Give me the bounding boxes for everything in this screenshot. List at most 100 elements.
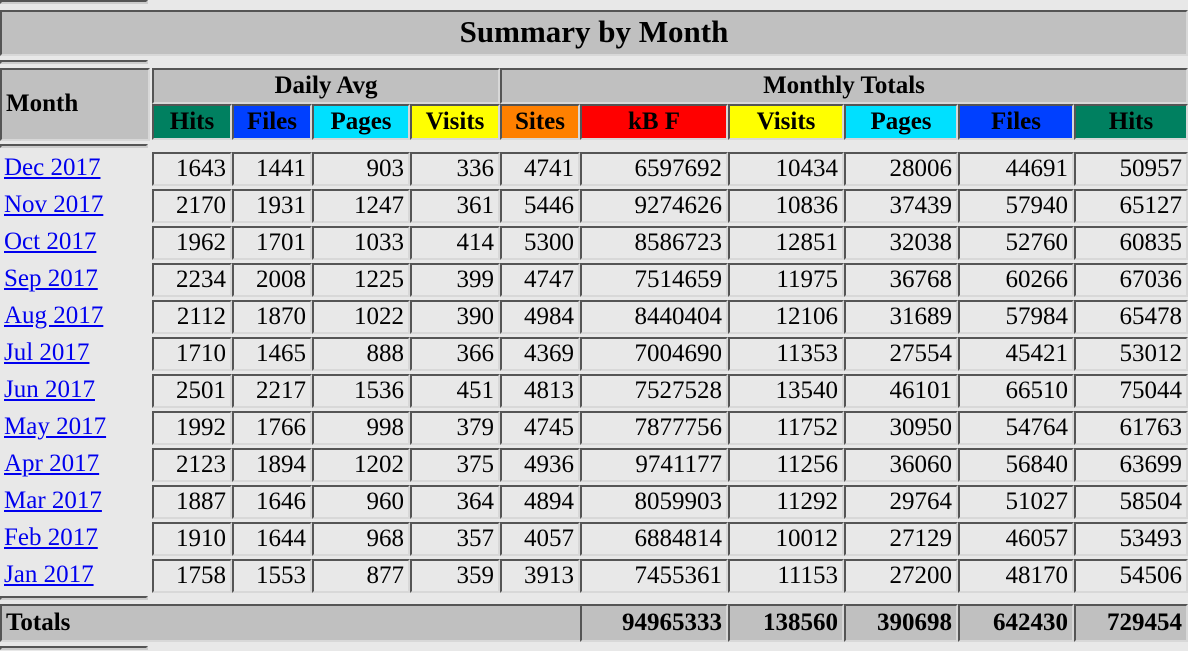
cell-monthly-hits: 63699 bbox=[1074, 448, 1188, 482]
cell-daily-files: 1646 bbox=[232, 485, 312, 519]
cell-daily-pages: 968 bbox=[312, 522, 410, 556]
month-link[interactable]: Feb 2017 bbox=[4, 523, 98, 553]
cell-monthly-hits: 54506 bbox=[1074, 559, 1188, 593]
total-monthly-files: 642430 bbox=[958, 604, 1074, 642]
cell-monthly-kbf: 9274626 bbox=[580, 189, 728, 223]
cell-daily-files: 2217 bbox=[232, 374, 312, 408]
cell-daily-files: 1701 bbox=[232, 226, 312, 260]
cell-daily-pages: 1033 bbox=[312, 226, 410, 260]
cell-monthly-sites: 5300 bbox=[500, 226, 580, 260]
cell-monthly-hits: 61763 bbox=[1074, 411, 1188, 445]
month-link[interactable]: Dec 2017 bbox=[4, 153, 101, 183]
month-link[interactable]: Jun 2017 bbox=[4, 375, 95, 405]
column-header-monthly-pages: Pages bbox=[844, 104, 958, 140]
cell-daily-pages: 1536 bbox=[312, 374, 410, 408]
cell-monthly-kbf: 7514659 bbox=[580, 263, 728, 297]
cell-monthly-kbf: 7455361 bbox=[580, 559, 728, 593]
cell-monthly-files: 45421 bbox=[958, 337, 1074, 371]
cell-daily-visits: 361 bbox=[410, 189, 500, 223]
month-link[interactable]: Aug 2017 bbox=[4, 301, 103, 331]
divider bbox=[0, 646, 148, 650]
month-link[interactable]: Jan 2017 bbox=[4, 560, 94, 590]
cell-daily-visits: 390 bbox=[410, 300, 500, 334]
cell-monthly-files: 57940 bbox=[958, 189, 1074, 223]
month-link[interactable]: Apr 2017 bbox=[4, 449, 99, 479]
cell-monthly-sites: 4057 bbox=[500, 522, 580, 556]
cell-daily-hits: 1910 bbox=[152, 522, 232, 556]
cell-daily-files: 1465 bbox=[232, 337, 312, 371]
cell-daily-visits: 379 bbox=[410, 411, 500, 445]
cell-daily-files: 1870 bbox=[232, 300, 312, 334]
cell-monthly-hits: 67036 bbox=[1074, 263, 1188, 297]
cell-monthly-visits: 11752 bbox=[728, 411, 844, 445]
cell-daily-visits: 357 bbox=[410, 522, 500, 556]
cell-monthly-sites: 4894 bbox=[500, 485, 580, 519]
column-header-monthly-hits: Hits bbox=[1074, 104, 1188, 140]
cell-monthly-files: 60266 bbox=[958, 263, 1074, 297]
total-monthly-visits: 138560 bbox=[728, 604, 844, 642]
month-link[interactable]: Oct 2017 bbox=[4, 227, 96, 257]
cell-monthly-visits: 13540 bbox=[728, 374, 844, 408]
total-monthly-kbf: 94965333 bbox=[580, 604, 728, 642]
cell-monthly-pages: 27554 bbox=[844, 337, 958, 371]
cell-daily-visits: 336 bbox=[410, 152, 500, 186]
cell-monthly-pages: 27200 bbox=[844, 559, 958, 593]
cell-monthly-hits: 60835 bbox=[1074, 226, 1188, 260]
column-header-daily-pages: Pages bbox=[312, 104, 410, 140]
total-monthly-hits: 729454 bbox=[1074, 604, 1188, 642]
cell-daily-files: 2008 bbox=[232, 263, 312, 297]
cell-daily-pages: 1022 bbox=[312, 300, 410, 334]
cell-monthly-sites: 4369 bbox=[500, 337, 580, 371]
cell-daily-hits: 1710 bbox=[152, 337, 232, 371]
cell-monthly-kbf: 8059903 bbox=[580, 485, 728, 519]
cell-daily-pages: 1202 bbox=[312, 448, 410, 482]
cell-monthly-pages: 36060 bbox=[844, 448, 958, 482]
cell-monthly-pages: 27129 bbox=[844, 522, 958, 556]
cell-monthly-sites: 4741 bbox=[500, 152, 580, 186]
cell-monthly-pages: 28006 bbox=[844, 152, 958, 186]
cell-daily-pages: 1247 bbox=[312, 189, 410, 223]
cell-daily-hits: 2123 bbox=[152, 448, 232, 482]
cell-daily-visits: 451 bbox=[410, 374, 500, 408]
cell-monthly-pages: 32038 bbox=[844, 226, 958, 260]
cell-monthly-pages: 46101 bbox=[844, 374, 958, 408]
cell-daily-hits: 2501 bbox=[152, 374, 232, 408]
divider bbox=[0, 0, 148, 4]
cell-monthly-files: 46057 bbox=[958, 522, 1074, 556]
cell-daily-files: 1766 bbox=[232, 411, 312, 445]
cell-monthly-pages: 36768 bbox=[844, 263, 958, 297]
cell-monthly-hits: 58504 bbox=[1074, 485, 1188, 519]
cell-monthly-pages: 29764 bbox=[844, 485, 958, 519]
cell-daily-hits: 1992 bbox=[152, 411, 232, 445]
cell-monthly-sites: 3913 bbox=[500, 559, 580, 593]
cell-monthly-kbf: 7004690 bbox=[580, 337, 728, 371]
month-link[interactable]: Nov 2017 bbox=[4, 190, 103, 220]
monthly-totals-header: Monthly Totals bbox=[500, 68, 1188, 104]
cell-daily-pages: 877 bbox=[312, 559, 410, 593]
cell-monthly-hits: 50957 bbox=[1074, 152, 1188, 186]
cell-monthly-hits: 65127 bbox=[1074, 189, 1188, 223]
cell-monthly-kbf: 6884814 bbox=[580, 522, 728, 556]
cell-daily-hits: 2112 bbox=[152, 300, 232, 334]
cell-monthly-visits: 10434 bbox=[728, 152, 844, 186]
cell-daily-pages: 888 bbox=[312, 337, 410, 371]
cell-monthly-hits: 65478 bbox=[1074, 300, 1188, 334]
month-link[interactable]: May 2017 bbox=[4, 412, 106, 442]
divider bbox=[0, 596, 148, 600]
cell-monthly-sites: 4745 bbox=[500, 411, 580, 445]
cell-daily-hits: 1887 bbox=[152, 485, 232, 519]
cell-daily-hits: 1962 bbox=[152, 226, 232, 260]
month-link[interactable]: Sep 2017 bbox=[4, 264, 98, 294]
cell-monthly-files: 52760 bbox=[958, 226, 1074, 260]
cell-monthly-kbf: 6597692 bbox=[580, 152, 728, 186]
cell-monthly-hits: 75044 bbox=[1074, 374, 1188, 408]
cell-monthly-sites: 4813 bbox=[500, 374, 580, 408]
month-link[interactable]: Jul 2017 bbox=[4, 338, 89, 368]
total-monthly-pages: 390698 bbox=[844, 604, 958, 642]
cell-daily-visits: 414 bbox=[410, 226, 500, 260]
cell-daily-hits: 2234 bbox=[152, 263, 232, 297]
cell-daily-visits: 399 bbox=[410, 263, 500, 297]
cell-monthly-files: 57984 bbox=[958, 300, 1074, 334]
cell-monthly-files: 66510 bbox=[958, 374, 1074, 408]
month-link[interactable]: Mar 2017 bbox=[4, 486, 102, 516]
